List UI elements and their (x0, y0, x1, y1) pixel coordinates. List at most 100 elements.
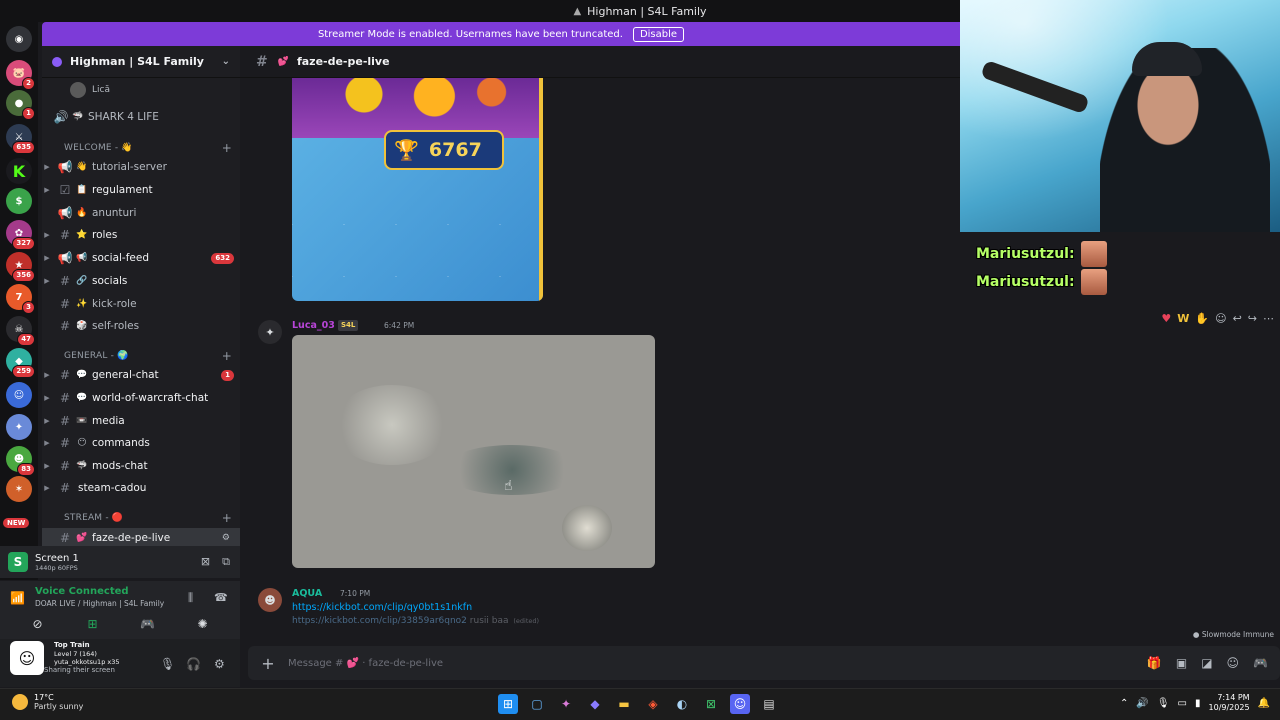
video-off-icon[interactable]: ⊘ (18, 617, 58, 637)
category-general[interactable]: GENERAL - 🌍 + (42, 348, 240, 364)
sidebar-item-channel[interactable]: ▶ # 😶 commands (42, 433, 240, 453)
avatar[interactable]: ☺ (10, 641, 44, 675)
message-author[interactable]: AQUA (292, 588, 322, 599)
avatar[interactable]: ☻ (258, 588, 282, 612)
sidebar-item-channel[interactable]: # 🎲 self-roles (42, 316, 240, 336)
server-icon[interactable]: ★ 356 (6, 252, 35, 282)
gear-icon[interactable]: ⚙ (218, 533, 234, 544)
forward-icon[interactable]: ↪ (1248, 312, 1257, 325)
avatar[interactable]: ✦ (258, 320, 282, 344)
sidebar-item-channel[interactable]: ▶ # 💬 world-of-warcraft-chat (42, 388, 240, 408)
microphone-icon[interactable]: 🎙 (1157, 698, 1170, 709)
steam-icon[interactable]: ◐ (672, 694, 692, 714)
server-badge: 635 (12, 141, 35, 154)
more-icon[interactable]: ⋯ (1263, 312, 1274, 325)
apps-icon[interactable]: 🎮 (1253, 656, 1268, 670)
server-icon[interactable]: $ (6, 188, 32, 214)
brave-icon[interactable]: ◈ (643, 694, 663, 714)
reaction-icon[interactable]: ✋ (1195, 312, 1209, 325)
battery-icon[interactable]: ▮ (1195, 698, 1201, 709)
clock[interactable]: 7:14 PM 10/9/2025 (1209, 693, 1250, 713)
sidebar-item-channel[interactable]: ▶ # 🦈 mods-chat (42, 456, 240, 476)
network-icon[interactable]: ▭ (1178, 698, 1187, 709)
taskview-icon[interactable]: ▢ (527, 694, 547, 714)
app-icon[interactable]: ◆ (585, 694, 605, 714)
sidebar-item-channel[interactable]: ▶ 📢 📢 social-feed 632 (42, 248, 240, 268)
share-screen-icon[interactable]: ⊞ (73, 617, 113, 637)
message-composer[interactable]: + Message # 💕 · faze-de-pe-live 🎁 ▣ ◪ ☺ … (248, 646, 1280, 680)
stop-share-icon[interactable]: ⊠ (201, 555, 210, 569)
server-icon[interactable]: ◆ 259 (6, 348, 35, 378)
server-icon[interactable]: ☠ 47 (6, 316, 35, 346)
chevron-right-icon: ▶ (44, 231, 50, 239)
weather-widget[interactable]: 17°C Partly sunny (12, 693, 83, 711)
popout-icon[interactable]: ⧉ (222, 555, 230, 569)
sticker-icon[interactable]: ◪ (1201, 656, 1212, 670)
category-stream[interactable]: STREAM - 🔴 + (42, 510, 240, 526)
chevron-up-icon[interactable]: ⌃ (1120, 698, 1128, 709)
category-welcome[interactable]: WELCOME - 👋 + (42, 140, 240, 156)
server-icon[interactable]: ☺ (6, 382, 32, 408)
disconnect-icon[interactable]: ☎ (214, 591, 228, 604)
disable-button[interactable]: Disable (632, 26, 685, 42)
activity-icon[interactable]: 🎮 (128, 617, 168, 637)
server-icon[interactable]: 73 (6, 284, 35, 314)
emote-image (1080, 241, 1107, 267)
server-icon[interactable]: ✿ 327 (6, 220, 35, 250)
sidebar-item-channel[interactable]: ▶ # ⭐ roles (42, 225, 240, 245)
discord-icon[interactable]: ☺ (730, 694, 750, 714)
clip-link[interactable]: https://kickbot.com/clip/33859ar6qno2 (292, 616, 467, 626)
add-reaction-icon[interactable]: ☺ (1215, 312, 1226, 325)
emoji-icon[interactable]: ☺ (1227, 656, 1240, 670)
sidebar-item-channel[interactable]: ▶ # 💬 general-chat 1 (42, 365, 240, 385)
sidebar-item-channel[interactable]: ▶ # steam-cadou (42, 478, 240, 498)
app-icon[interactable]: ⊠ (701, 694, 721, 714)
sidebar-item-channel-active[interactable]: # 💕 faze-de-pe-live ⚙ (42, 528, 240, 546)
sidebar-item-channel[interactable]: ▶ # 📼 media (42, 411, 240, 431)
sidebar-item-channel[interactable]: ▶ ☑ 📋 regulament (42, 180, 240, 200)
heart-reaction-icon[interactable]: ♥ (1161, 312, 1171, 325)
sidebar-item-channel[interactable]: 📢 🔥 anunturi (42, 203, 240, 223)
soundboard-icon[interactable]: ✺ (183, 617, 223, 637)
noise-suppression-icon[interactable]: ⫼ (188, 591, 193, 605)
sidebar-item-channel[interactable]: ▶ # 🔗 socials (42, 271, 240, 291)
plus-icon[interactable]: + (222, 349, 232, 363)
gear-icon[interactable]: ⚙ (214, 657, 225, 671)
w-reaction-icon[interactable]: W (1177, 312, 1189, 325)
server-icon[interactable]: ✶ (6, 476, 32, 502)
notification-icon[interactable]: 🔔 (1258, 698, 1270, 709)
gif-icon[interactable]: ▣ (1176, 656, 1187, 670)
guild-header[interactable]: Highman | S4L Family ⌄ (42, 46, 240, 78)
headphones-icon[interactable]: 🎧 (186, 657, 201, 671)
slowmode-icon: ● (1192, 630, 1202, 639)
windows-start-icon[interactable]: ⊞ (498, 694, 518, 714)
plus-icon[interactable]: + (222, 511, 232, 525)
server-icon[interactable]: ● 1 (6, 90, 35, 120)
folder-icon[interactable]: ▬ (614, 694, 634, 714)
copilot-icon[interactable]: ✦ (556, 694, 576, 714)
message-author[interactable]: Luca_03 (292, 320, 335, 331)
epic-icon[interactable]: ▤ (759, 694, 779, 714)
discord-home-icon[interactable]: ◉ (6, 26, 32, 52)
game-screenshot-image[interactable]: 🏆 6767 (292, 78, 543, 301)
server-icon[interactable]: ☻ 83 (6, 446, 35, 476)
signal-icon[interactable]: 📶 (10, 591, 25, 605)
sidebar-item-shark[interactable]: 🔊 🦈 SHARK 4 LIFE (42, 107, 240, 127)
voice-channel[interactable]: DOAR LIVE / Highman | S4L Family (35, 599, 164, 608)
attached-image[interactable] (292, 335, 655, 568)
reply-icon[interactable]: ↩ (1233, 312, 1242, 325)
clip-link[interactable]: https://kickbot.com/clip/qy0bt1s1nkfn (292, 602, 472, 613)
kick-server-icon[interactable]: K (6, 158, 32, 184)
attach-plus-icon[interactable]: + (248, 654, 288, 673)
microphone-icon[interactable]: 🎙 (160, 657, 175, 671)
server-icon[interactable]: ✦ (6, 414, 32, 440)
volume-icon[interactable]: 🔊 (1136, 698, 1148, 709)
message-input[interactable]: Message # 💕 · faze-de-pe-live (288, 658, 443, 669)
voice-user[interactable]: Lică (42, 80, 240, 100)
sidebar-item-channel[interactable]: # ✨ kick-role (42, 294, 240, 314)
server-icon[interactable]: ⚔ 635 (6, 124, 35, 154)
sidebar-item-channel[interactable]: ▶ 📢 👋 tutorial-server (42, 157, 240, 177)
gift-icon[interactable]: 🎁 (1147, 656, 1162, 670)
server-icon[interactable]: 🐷 2 (6, 60, 35, 90)
plus-icon[interactable]: + (222, 141, 232, 155)
